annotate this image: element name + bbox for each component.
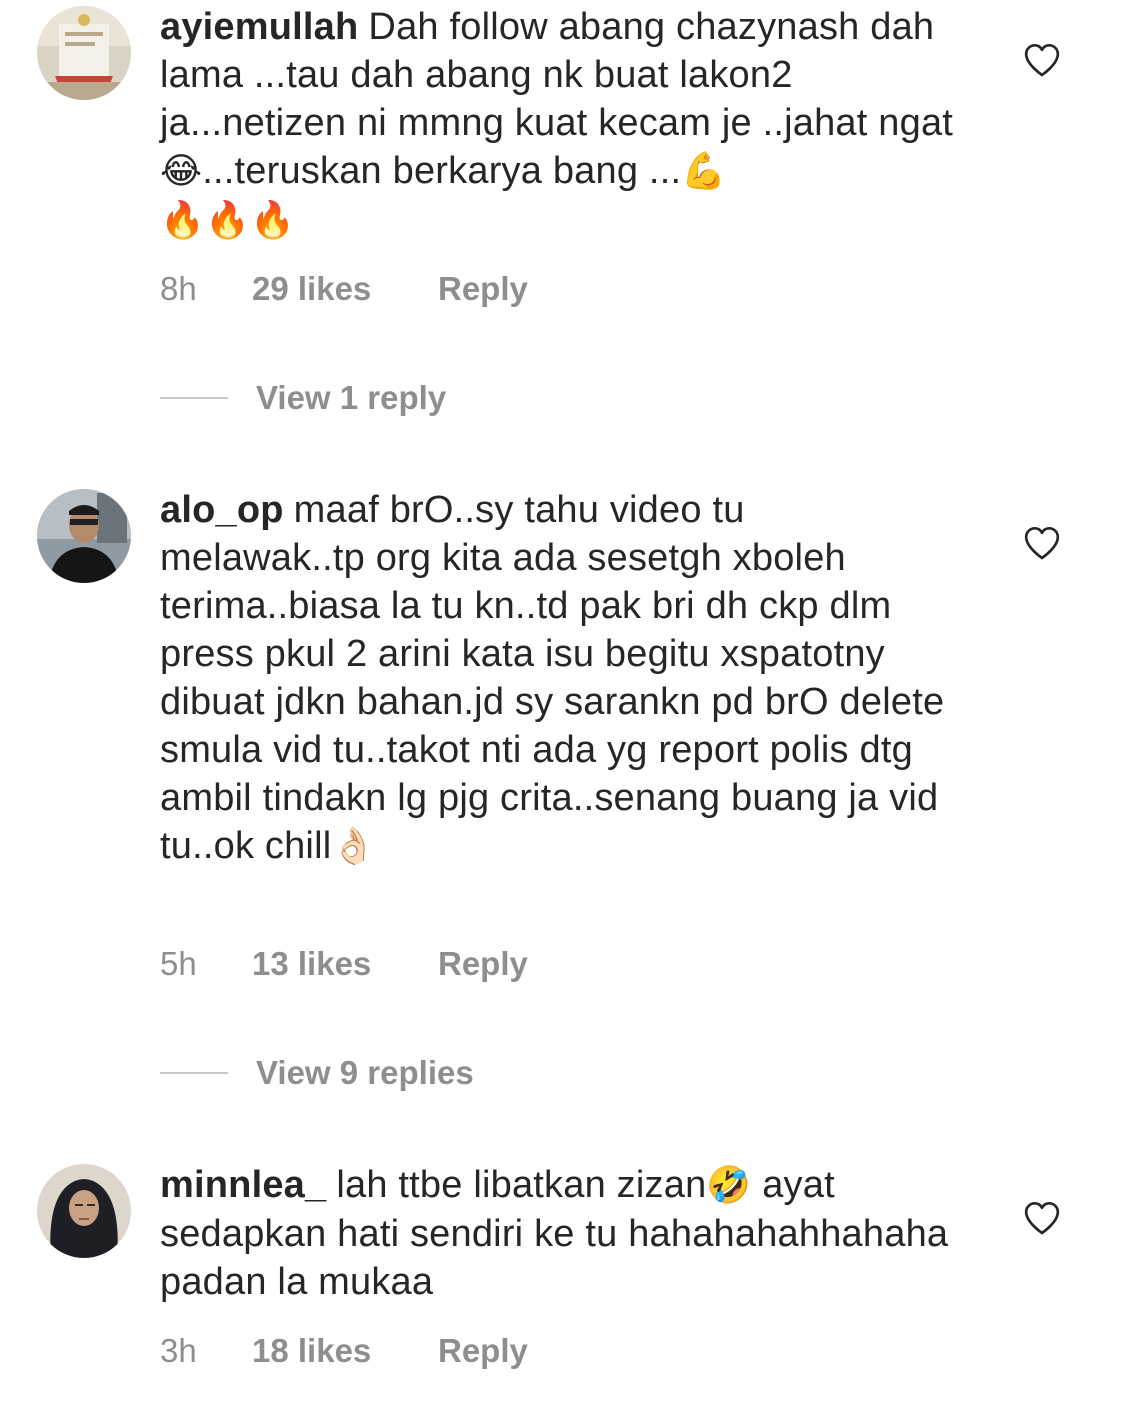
comment-username[interactable]: minnlea_ <box>160 1164 326 1206</box>
like-heart-icon[interactable] <box>1022 523 1062 563</box>
comment-meta: 8h 29 likes Reply <box>160 269 528 309</box>
view-replies-button[interactable]: View 9 replies <box>160 1053 474 1093</box>
avatar-image <box>37 1164 131 1258</box>
divider-line <box>160 397 228 399</box>
reply-button[interactable]: Reply <box>438 270 528 308</box>
comment-text-part: maaf brO..sy tahu video tu melawak..tp o… <box>160 489 945 867</box>
comment-time: 3h <box>160 1332 197 1369</box>
tears-of-joy-emoji-icon: 😂 <box>160 151 203 192</box>
comment-likes[interactable]: 18 likes <box>252 1332 438 1370</box>
divider-line <box>160 1072 228 1074</box>
comment-text: minnlea_ lah ttbe libatkan zizan🤣 ayat se… <box>160 1161 960 1306</box>
view-replies-button[interactable]: View 1 reply <box>160 378 446 418</box>
view-replies-label: View 9 replies <box>256 1054 474 1091</box>
avatar[interactable] <box>37 489 131 583</box>
view-replies-label: View 1 reply <box>256 379 447 416</box>
fire-emoji-icon: 🔥🔥🔥 <box>160 200 296 241</box>
avatar[interactable] <box>37 1164 131 1258</box>
comment-text-part: lah ttbe libatkan zizan <box>336 1164 707 1206</box>
comment-username[interactable]: alo_op <box>160 489 284 531</box>
avatar-image <box>37 6 131 100</box>
avatar[interactable] <box>37 6 131 100</box>
avatar-image <box>37 489 131 583</box>
flexed-biceps-emoji-icon: 💪 <box>681 151 727 192</box>
comment-meta: 3h 18 likes Reply <box>160 1331 528 1371</box>
comment-text: alo_op maaf brO..sy tahu video tu melawak… <box>160 486 960 871</box>
comment-text-part: ...teruskan berkarya bang ... <box>202 150 682 192</box>
comment-likes[interactable]: 13 likes <box>252 945 438 983</box>
comment-username[interactable]: ayiemullah <box>160 6 358 48</box>
like-heart-icon[interactable] <box>1022 1198 1062 1238</box>
comment-time: 5h <box>160 945 197 982</box>
reply-button[interactable]: Reply <box>438 945 528 983</box>
reply-button[interactable]: Reply <box>438 1332 528 1370</box>
comment-likes[interactable]: 29 likes <box>252 270 438 308</box>
comment-time: 8h <box>160 270 197 307</box>
ok-hand-emoji-icon: 👌🏻 <box>331 826 377 867</box>
rolling-on-floor-laughing-emoji-icon: 🤣 <box>706 1165 752 1206</box>
comment-text: ayiemullah Dah follow abang chazynash dah… <box>160 3 960 245</box>
like-heart-icon[interactable] <box>1022 40 1062 80</box>
comment-meta: 5h 13 likes Reply <box>160 944 528 984</box>
